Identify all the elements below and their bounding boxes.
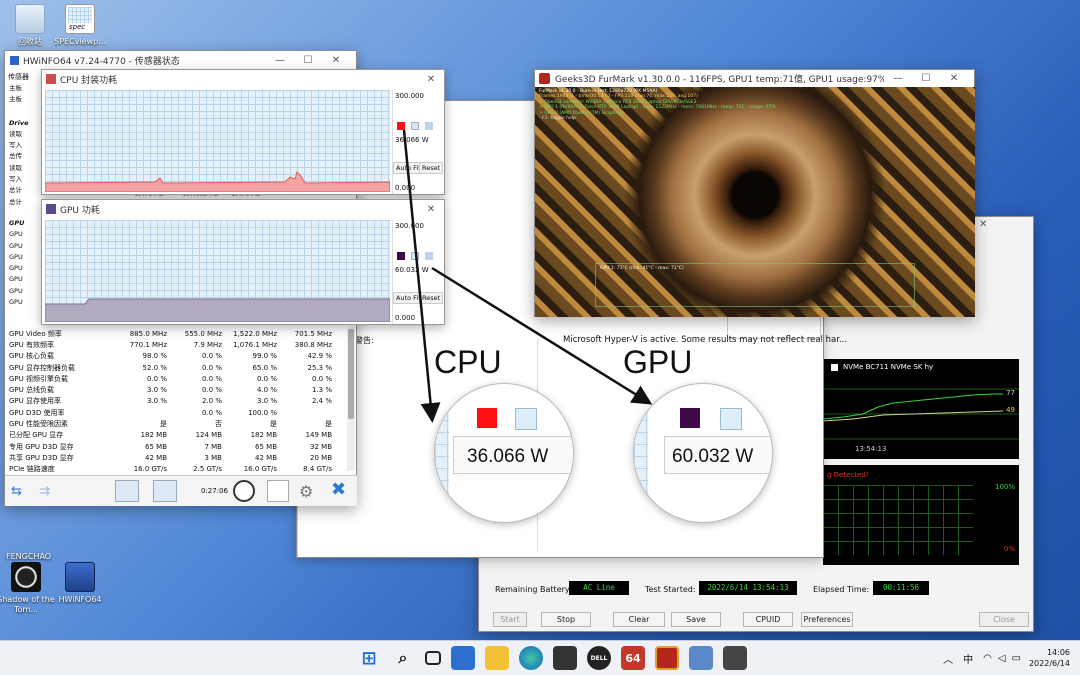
perfmon-icon[interactable]	[689, 646, 713, 670]
gpu-callout-label: GPU	[623, 344, 693, 380]
clock-time: 14:06	[1046, 648, 1070, 657]
taskbar: ⊞ ⌕ DELL 64 ︿ 中 ◠ ◁ ▭ 14:06 2022/6/14	[0, 640, 1080, 675]
annotation-arrows	[402, 129, 653, 423]
gpu-zoom-callout: 60.032 W	[633, 383, 773, 523]
input-language[interactable]: 中	[963, 651, 973, 666]
chevron-up-icon[interactable]: ︿	[943, 651, 953, 666]
zoom-swatch-empty	[720, 408, 742, 430]
store-icon[interactable]	[553, 646, 577, 670]
cpu-callout-arrow	[402, 129, 441, 423]
furmark-taskbar-icon[interactable]	[655, 646, 679, 670]
cpu-zoom-callout: 36.066 W	[434, 383, 574, 523]
zoom-swatch-empty	[515, 408, 537, 430]
cpuid-taskbar-icon[interactable]	[723, 646, 747, 670]
cpu-callout-label: CPU	[434, 344, 502, 380]
cpu-zoom-value: 36.066 W	[467, 446, 549, 467]
volume-icon[interactable]: ◁	[998, 653, 1006, 664]
battery-icon[interactable]: ▭	[1012, 653, 1021, 664]
gpu-zoom-value: 60.032 W	[672, 446, 754, 467]
hwinfo-taskbar-icon[interactable]: 64	[621, 646, 645, 670]
search-icon[interactable]: ⌕	[391, 646, 415, 670]
edge-icon[interactable]	[519, 646, 543, 670]
cpu-zoom-swatch	[477, 408, 497, 428]
clock-date: 2022/6/14	[1028, 659, 1070, 668]
gpu-zoom-swatch	[680, 408, 700, 428]
dell-icon[interactable]: DELL	[587, 646, 611, 670]
wifi-icon[interactable]: ◠	[983, 653, 992, 664]
gpu-callout-arrow	[431, 266, 653, 405]
task-view-icon[interactable]	[425, 651, 441, 665]
widgets-icon[interactable]	[451, 646, 475, 670]
clock[interactable]: 14:06 2022/6/14	[1029, 647, 1070, 669]
file-explorer-icon[interactable]	[485, 646, 509, 670]
start-windows-icon[interactable]: ⊞	[357, 646, 381, 670]
